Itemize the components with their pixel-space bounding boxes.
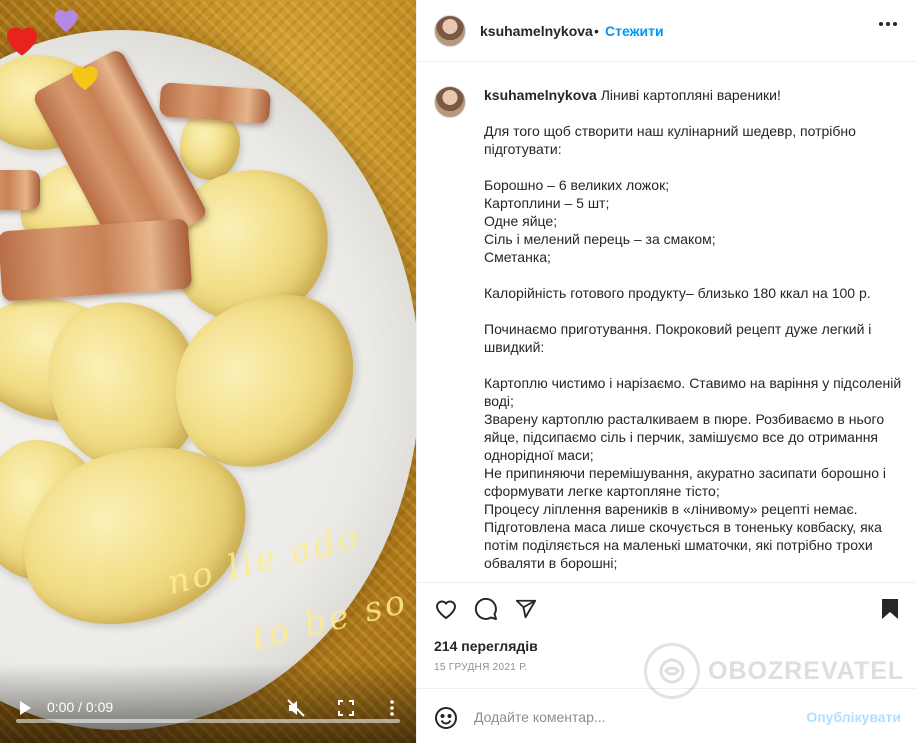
caption-username[interactable]: ksuhamelnykova [484, 87, 597, 103]
view-count[interactable]: 214 переглядів [434, 638, 538, 654]
separator-dot: • [594, 23, 599, 39]
heart-yellow-icon [72, 66, 98, 91]
share-icon[interactable] [513, 596, 539, 622]
bacon-piece [0, 170, 40, 210]
more-options-icon[interactable] [879, 22, 897, 26]
post-caption: ksuhamelnykova Ліниві картопляні вареник… [484, 86, 904, 572]
play-icon[interactable] [14, 697, 36, 719]
bookmark-icon[interactable] [877, 596, 903, 622]
heart-icon[interactable] [433, 596, 459, 622]
header-username[interactable]: ksuhamelnykova [480, 23, 593, 39]
caption-area: ksuhamelnykova Ліниві картопляні вареник… [417, 62, 916, 582]
bacon-piece [0, 218, 193, 302]
caption-title: Ліниві картопляні вареники! [600, 87, 781, 103]
post-header: ksuhamelnykova • Стежити [417, 0, 916, 62]
publish-button[interactable]: Опублікувати [806, 709, 901, 725]
caption-avatar[interactable] [434, 86, 466, 118]
fullscreen-icon[interactable] [334, 696, 358, 720]
heart-purple-icon [54, 10, 78, 32]
watermark-logo-icon [644, 643, 700, 699]
heart-red-icon [7, 27, 37, 56]
watermark-text: OBOZREVATEL [708, 656, 905, 685]
caption-paragraph: Для того щоб створити наш кулінарний шед… [484, 123, 860, 157]
comment-input[interactable]: Додайте коментар... [474, 709, 606, 725]
video-progress-bar[interactable] [16, 719, 400, 723]
video-controls: 0:00 / 0:09 [0, 663, 416, 743]
caption-steps: Картоплю чистимо і нарізаємо. Ставимо на… [484, 375, 902, 571]
obozrevatel-watermark: OBOZREVATEL [644, 643, 904, 699]
video-player[interactable]: no lie ado to be so 0:00 / 0:09 [0, 0, 416, 743]
caption-paragraph: Починаємо приготування. Покроковий рецеп… [484, 321, 876, 355]
post-date: 15 ГРУДНЯ 2021 Р. [434, 662, 528, 673]
post-panel: ksuhamelnykova • Стежити ksuhamelnykova … [416, 0, 916, 743]
caption-paragraph: Калорійність готового продукту– близько … [484, 285, 871, 301]
avatar[interactable] [434, 15, 466, 47]
more-vertical-icon[interactable] [382, 696, 402, 720]
mute-icon[interactable] [284, 696, 308, 720]
comment-icon[interactable] [473, 596, 499, 622]
video-time: 0:00 / 0:09 [47, 699, 114, 715]
follow-button[interactable]: Стежити [605, 23, 664, 39]
emoji-icon[interactable] [433, 705, 459, 731]
caption-ingredients: Борошно – 6 великих ложок; Картоплини – … [484, 177, 716, 265]
